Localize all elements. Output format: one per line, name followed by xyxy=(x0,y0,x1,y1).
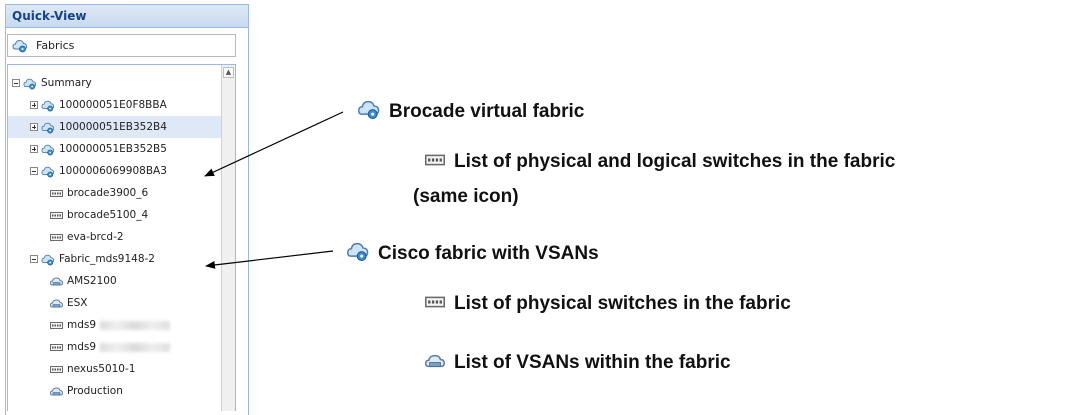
annotation-text: List of physical and logical switches in… xyxy=(454,151,896,172)
annotation-brocade-fabric: Brocade virtual fabric xyxy=(357,98,584,123)
annotation-text: Brocade virtual fabric xyxy=(389,101,585,122)
annotation-cisco-switches: List of physical switches in the fabric xyxy=(424,292,791,315)
arrow-cisco xyxy=(205,250,334,269)
arrow-brocade xyxy=(204,111,344,177)
switch-icon xyxy=(424,154,446,166)
annotation-text: List of physical switches in the fabric xyxy=(454,293,791,314)
switch-icon xyxy=(424,296,446,308)
annotation-text: (same icon) xyxy=(413,186,519,207)
vsan-icon xyxy=(424,354,446,368)
annotation-brocade-switches-note: (same icon) xyxy=(413,186,519,208)
annotation-cisco-vsans: List of VSANs within the fabric xyxy=(424,351,731,374)
annotation-brocade-switches: List of physical and logical switches in… xyxy=(424,150,895,173)
annotation-text: Cisco fabric with VSANs xyxy=(378,243,599,264)
fabric-icon xyxy=(358,100,380,120)
fabric-icon xyxy=(347,242,369,262)
annotation-cisco-fabric: Cisco fabric with VSANs xyxy=(346,240,599,265)
annotation-text: List of VSANs within the fabric xyxy=(454,352,731,373)
